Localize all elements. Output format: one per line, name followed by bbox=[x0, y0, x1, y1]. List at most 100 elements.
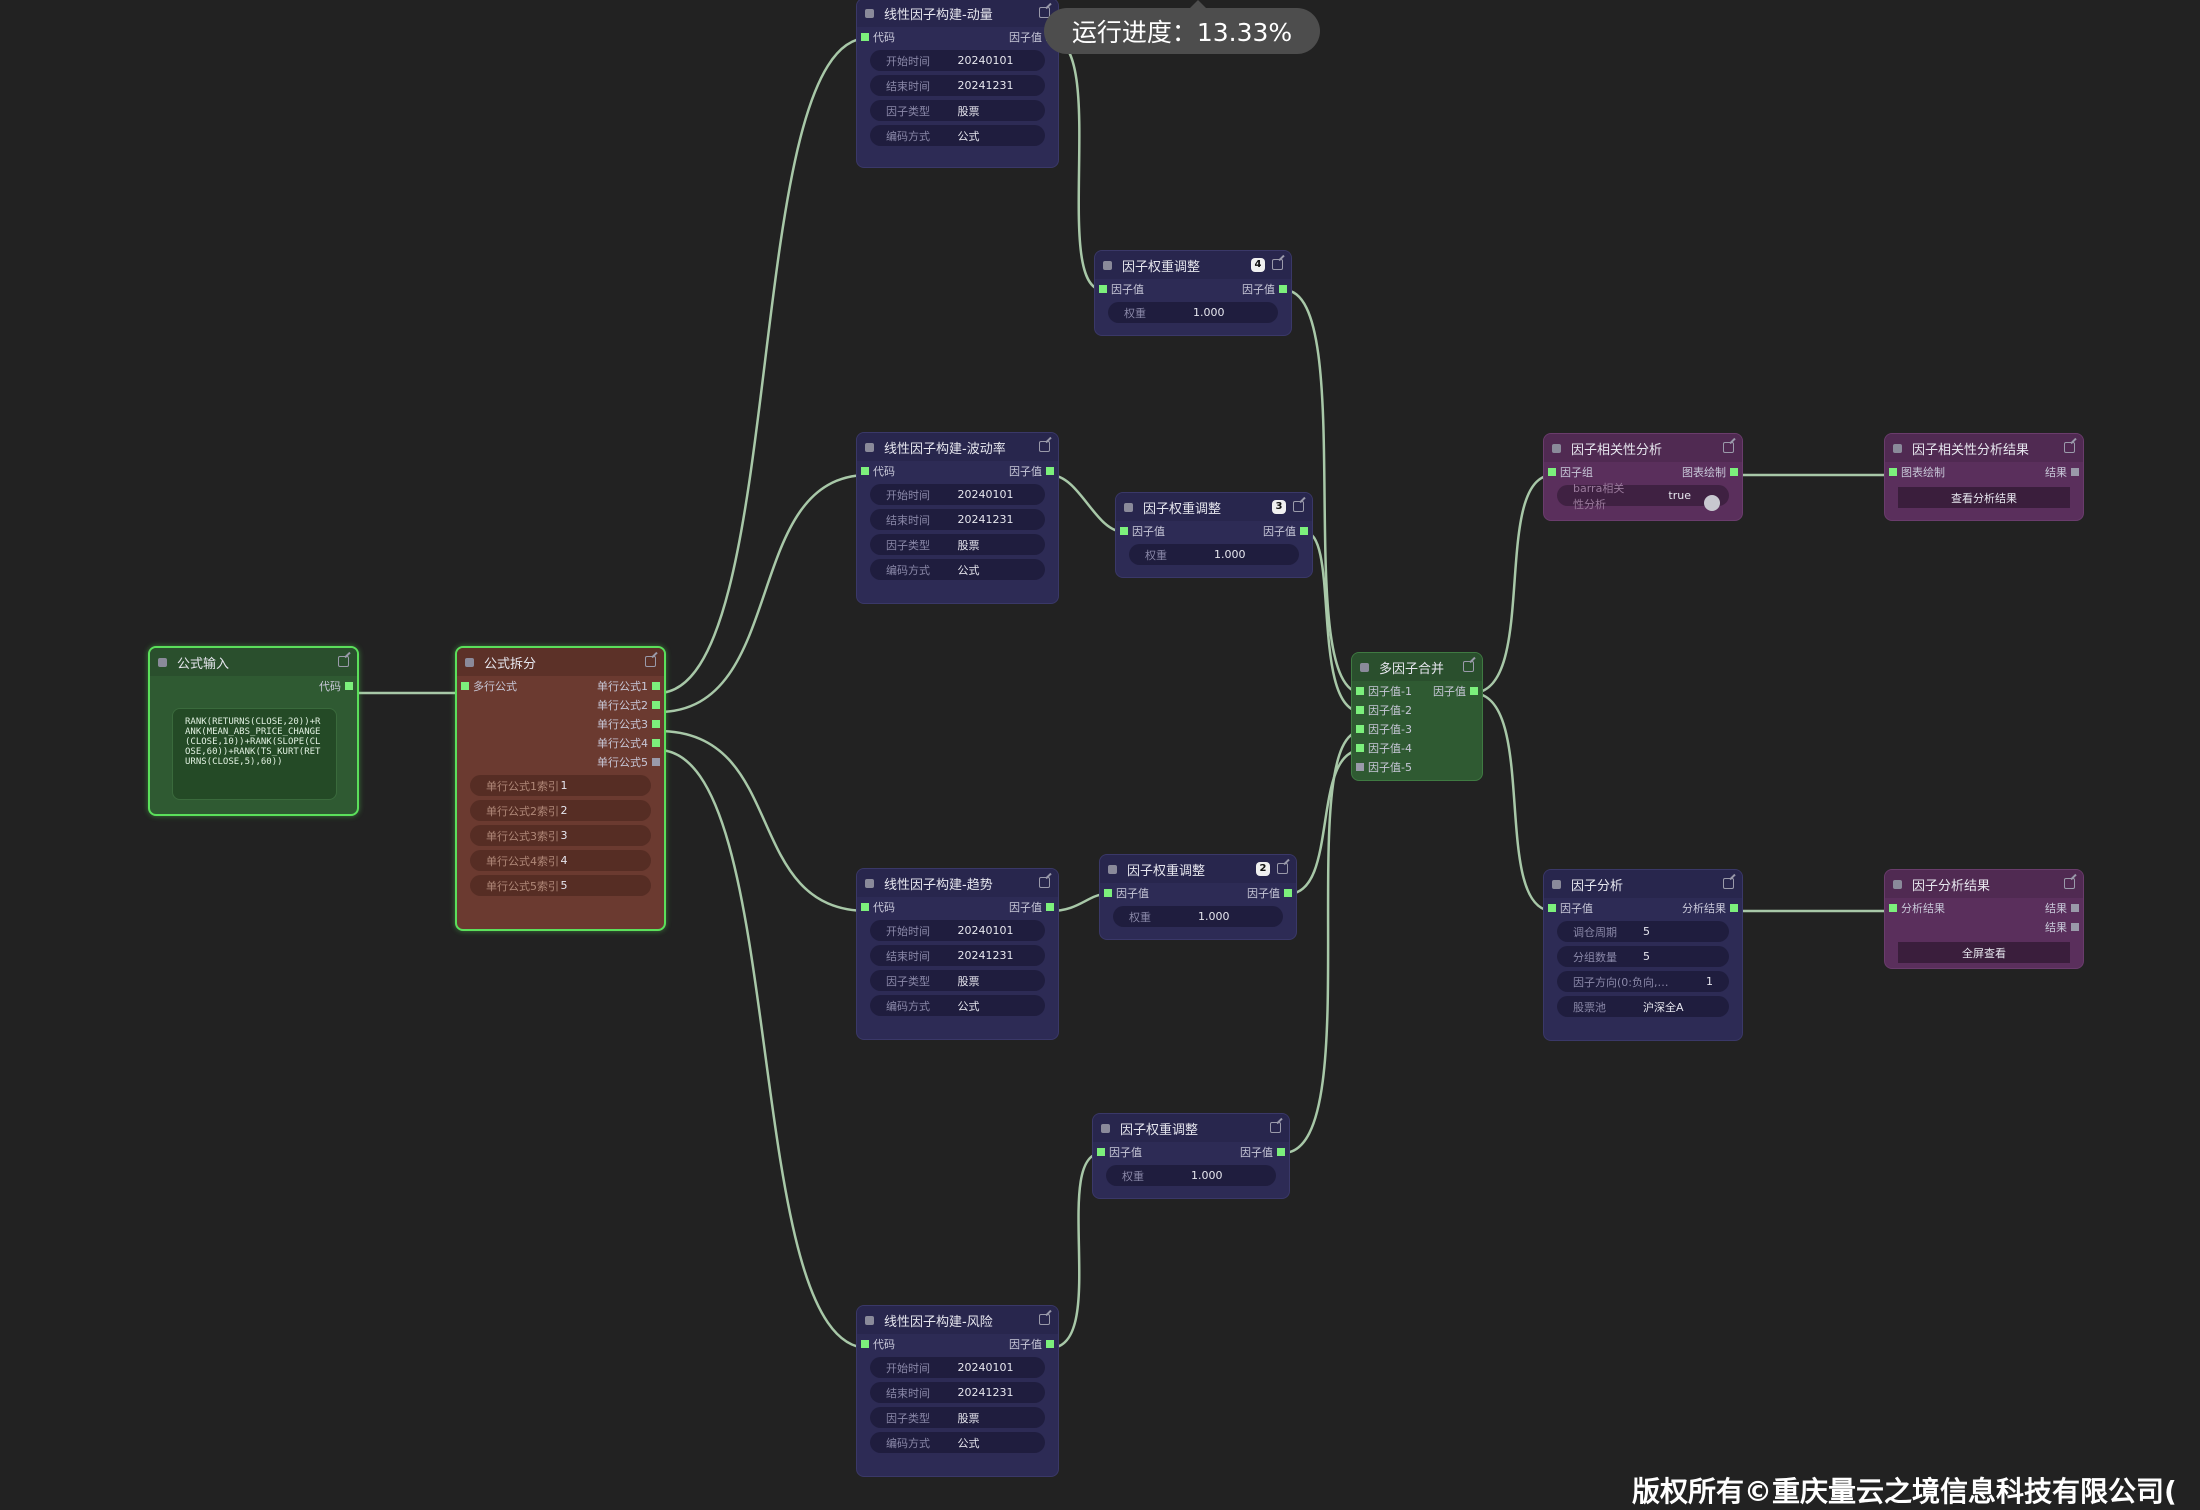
input-pin[interactable] bbox=[1097, 1148, 1105, 1156]
weight-node-2[interactable]: 因子权重调整 3 因子值 因子值 权重 1.000 bbox=[1115, 492, 1313, 578]
output-pin[interactable] bbox=[2071, 923, 2079, 931]
input-pin[interactable] bbox=[1099, 285, 1107, 293]
input-pin[interactable] bbox=[461, 682, 469, 690]
edit-icon[interactable] bbox=[1723, 442, 1734, 453]
input-pin[interactable] bbox=[1356, 706, 1364, 714]
node-header[interactable]: 因子权重调整 3 bbox=[1116, 493, 1312, 521]
edit-icon[interactable] bbox=[2064, 442, 2075, 453]
io-slot[interactable]: 代码 因子值 bbox=[857, 897, 1058, 916]
output-pin[interactable] bbox=[1046, 903, 1054, 911]
output-pin[interactable] bbox=[2071, 904, 2079, 912]
edit-icon[interactable] bbox=[1039, 877, 1050, 888]
io-slot[interactable]: 单行公式4 bbox=[457, 733, 664, 752]
output-pin[interactable] bbox=[1046, 1340, 1054, 1348]
io-slot[interactable]: 因子组 图表绘制 bbox=[1544, 462, 1742, 481]
param-widget[interactable]: 因子类型 股票 bbox=[870, 970, 1045, 991]
io-slot[interactable]: 因子值-5 bbox=[1352, 757, 1482, 776]
edit-icon[interactable] bbox=[1277, 863, 1288, 874]
io-slot[interactable]: 图表绘制 结果 bbox=[1885, 462, 2083, 481]
factor-analysis-node[interactable]: 因子分析 因子值 分析结果 调仓周期 5 分组数量 5 因子方向(0:负向,… 1 股票… bbox=[1543, 869, 1743, 1041]
collapse-dot-icon[interactable] bbox=[1552, 443, 1561, 453]
factor-correlation-node[interactable]: 因子相关性分析 因子组 图表绘制 barra相关性分析 true bbox=[1543, 433, 1743, 521]
io-slot[interactable]: 多行公式 单行公式1 bbox=[457, 676, 664, 695]
io-slot[interactable]: 分析结果 结果 bbox=[1885, 898, 2083, 917]
io-slot[interactable]: 单行公式5 bbox=[457, 752, 664, 771]
collapse-dot-icon[interactable] bbox=[1124, 502, 1133, 512]
input-pin[interactable] bbox=[1120, 527, 1128, 535]
weight-node-3[interactable]: 因子权重调整 2 因子值 因子值 权重 1.000 bbox=[1099, 854, 1297, 940]
collapse-dot-icon[interactable] bbox=[865, 442, 874, 452]
param-widget[interactable]: 结束时间 20241231 bbox=[870, 509, 1045, 530]
collapse-dot-icon[interactable] bbox=[1552, 879, 1561, 889]
node-header[interactable]: 线性因子构建-趋势 bbox=[857, 869, 1058, 897]
collapse-dot-icon[interactable] bbox=[158, 657, 167, 667]
node-header[interactable]: 因子权重调整 4 bbox=[1095, 251, 1291, 279]
output-pin[interactable] bbox=[1277, 1148, 1285, 1156]
node-header[interactable]: 公式输入 bbox=[150, 648, 357, 676]
node-header[interactable]: 线性因子构建-波动率 bbox=[857, 433, 1058, 461]
param-widget[interactable]: 结束时间 20241231 bbox=[870, 1382, 1045, 1403]
io-slot[interactable]: 因子值 因子值 bbox=[1093, 1142, 1289, 1161]
weight-node-1[interactable]: 因子权重调整 4 因子值 因子值 权重 1.000 bbox=[1094, 250, 1292, 336]
edit-icon[interactable] bbox=[1463, 661, 1474, 672]
output-pin[interactable] bbox=[652, 758, 660, 766]
input-pin[interactable] bbox=[1356, 725, 1364, 733]
output-pin[interactable] bbox=[1300, 527, 1308, 535]
param-widget[interactable]: 开始时间 20240101 bbox=[870, 920, 1045, 941]
input-pin[interactable] bbox=[861, 1340, 869, 1348]
collapse-dot-icon[interactable] bbox=[1360, 662, 1369, 672]
param-widget[interactable]: 开始时间 20240101 bbox=[870, 484, 1045, 505]
index-widget[interactable]: 单行公式3索引 3 bbox=[470, 825, 651, 846]
param-widget[interactable]: 因子类型 股票 bbox=[870, 100, 1045, 121]
output-pin[interactable] bbox=[1046, 467, 1054, 475]
node-header[interactable]: 因子相关性分析 bbox=[1544, 434, 1742, 462]
param-widget[interactable]: 因子类型 股票 bbox=[870, 534, 1045, 555]
view-analysis-button[interactable]: 查看分析结果 bbox=[1898, 487, 2070, 508]
io-slot[interactable]: 因子值 因子值 bbox=[1095, 279, 1291, 298]
weight-widget[interactable]: 权重 1.000 bbox=[1106, 1165, 1276, 1186]
param-widget[interactable]: 因子方向(0:负向,… 1 bbox=[1557, 971, 1729, 992]
collapse-dot-icon[interactable] bbox=[1893, 879, 1902, 889]
input-pin[interactable] bbox=[1889, 904, 1897, 912]
param-widget[interactable]: 编码方式 公式 bbox=[870, 1432, 1045, 1453]
output-slot[interactable]: 代码 bbox=[150, 676, 357, 695]
input-pin[interactable] bbox=[861, 903, 869, 911]
node-header[interactable]: 因子相关性分析结果 bbox=[1885, 434, 2083, 462]
code-textarea[interactable]: RANK(RETURNS(CLOSE,20))+RANK(MEAN_ABS_PR… bbox=[172, 708, 337, 800]
toggle-knob[interactable] bbox=[1704, 495, 1720, 511]
correlation-result-node[interactable]: 因子相关性分析结果 图表绘制 结果 查看分析结果 bbox=[1884, 433, 2084, 521]
io-slot[interactable]: 代码 因子值 bbox=[857, 1334, 1058, 1353]
factor-build-node-volatility[interactable]: 线性因子构建-波动率 代码 因子值 开始时间 20240101 结束时间 202412… bbox=[856, 432, 1059, 604]
output-pin[interactable] bbox=[345, 682, 353, 690]
io-slot[interactable]: 单行公式3 bbox=[457, 714, 664, 733]
analysis-result-node[interactable]: 因子分析结果 分析结果 结果 结果 全屏查看 bbox=[1884, 869, 2084, 969]
param-widget[interactable]: 结束时间 20241231 bbox=[870, 75, 1045, 96]
param-widget[interactable]: 开始时间 20240101 bbox=[870, 1357, 1045, 1378]
node-header[interactable]: 线性因子构建-风险 bbox=[857, 1306, 1058, 1334]
formula-split-node[interactable]: 公式拆分 多行公式 单行公式1 单行公式2 单行公式3 单行公式4 单行公式5 单… bbox=[455, 646, 666, 931]
edit-icon[interactable] bbox=[338, 656, 349, 667]
index-widget[interactable]: 单行公式5索引 5 bbox=[470, 875, 651, 896]
node-header[interactable]: 因子分析结果 bbox=[1885, 870, 2083, 898]
io-slot[interactable]: 代码 因子值 bbox=[857, 461, 1058, 480]
output-pin[interactable] bbox=[1730, 468, 1738, 476]
edit-icon[interactable] bbox=[1272, 259, 1283, 270]
param-widget[interactable]: 编码方式 公式 bbox=[870, 125, 1045, 146]
io-slot[interactable]: 因子值 分析结果 bbox=[1544, 898, 1742, 917]
output-pin[interactable] bbox=[652, 720, 660, 728]
node-header[interactable]: 公式拆分 bbox=[457, 648, 664, 676]
node-header[interactable]: 多因子合并 bbox=[1352, 653, 1482, 681]
index-widget[interactable]: 单行公式1索引 1 bbox=[470, 775, 651, 796]
collapse-dot-icon[interactable] bbox=[865, 8, 874, 18]
edit-icon[interactable] bbox=[645, 656, 656, 667]
input-pin[interactable] bbox=[861, 33, 869, 41]
edit-icon[interactable] bbox=[1293, 501, 1304, 512]
output-pin[interactable] bbox=[652, 739, 660, 747]
io-slot[interactable]: 结果 bbox=[1885, 917, 2083, 936]
io-slot[interactable]: 因子值 因子值 bbox=[1100, 883, 1296, 902]
edit-icon[interactable] bbox=[1723, 878, 1734, 889]
node-header[interactable]: 因子分析 bbox=[1544, 870, 1742, 898]
collapse-dot-icon[interactable] bbox=[865, 878, 874, 888]
edit-icon[interactable] bbox=[2064, 878, 2075, 889]
node-header[interactable]: 因子权重调整 2 bbox=[1100, 855, 1296, 883]
